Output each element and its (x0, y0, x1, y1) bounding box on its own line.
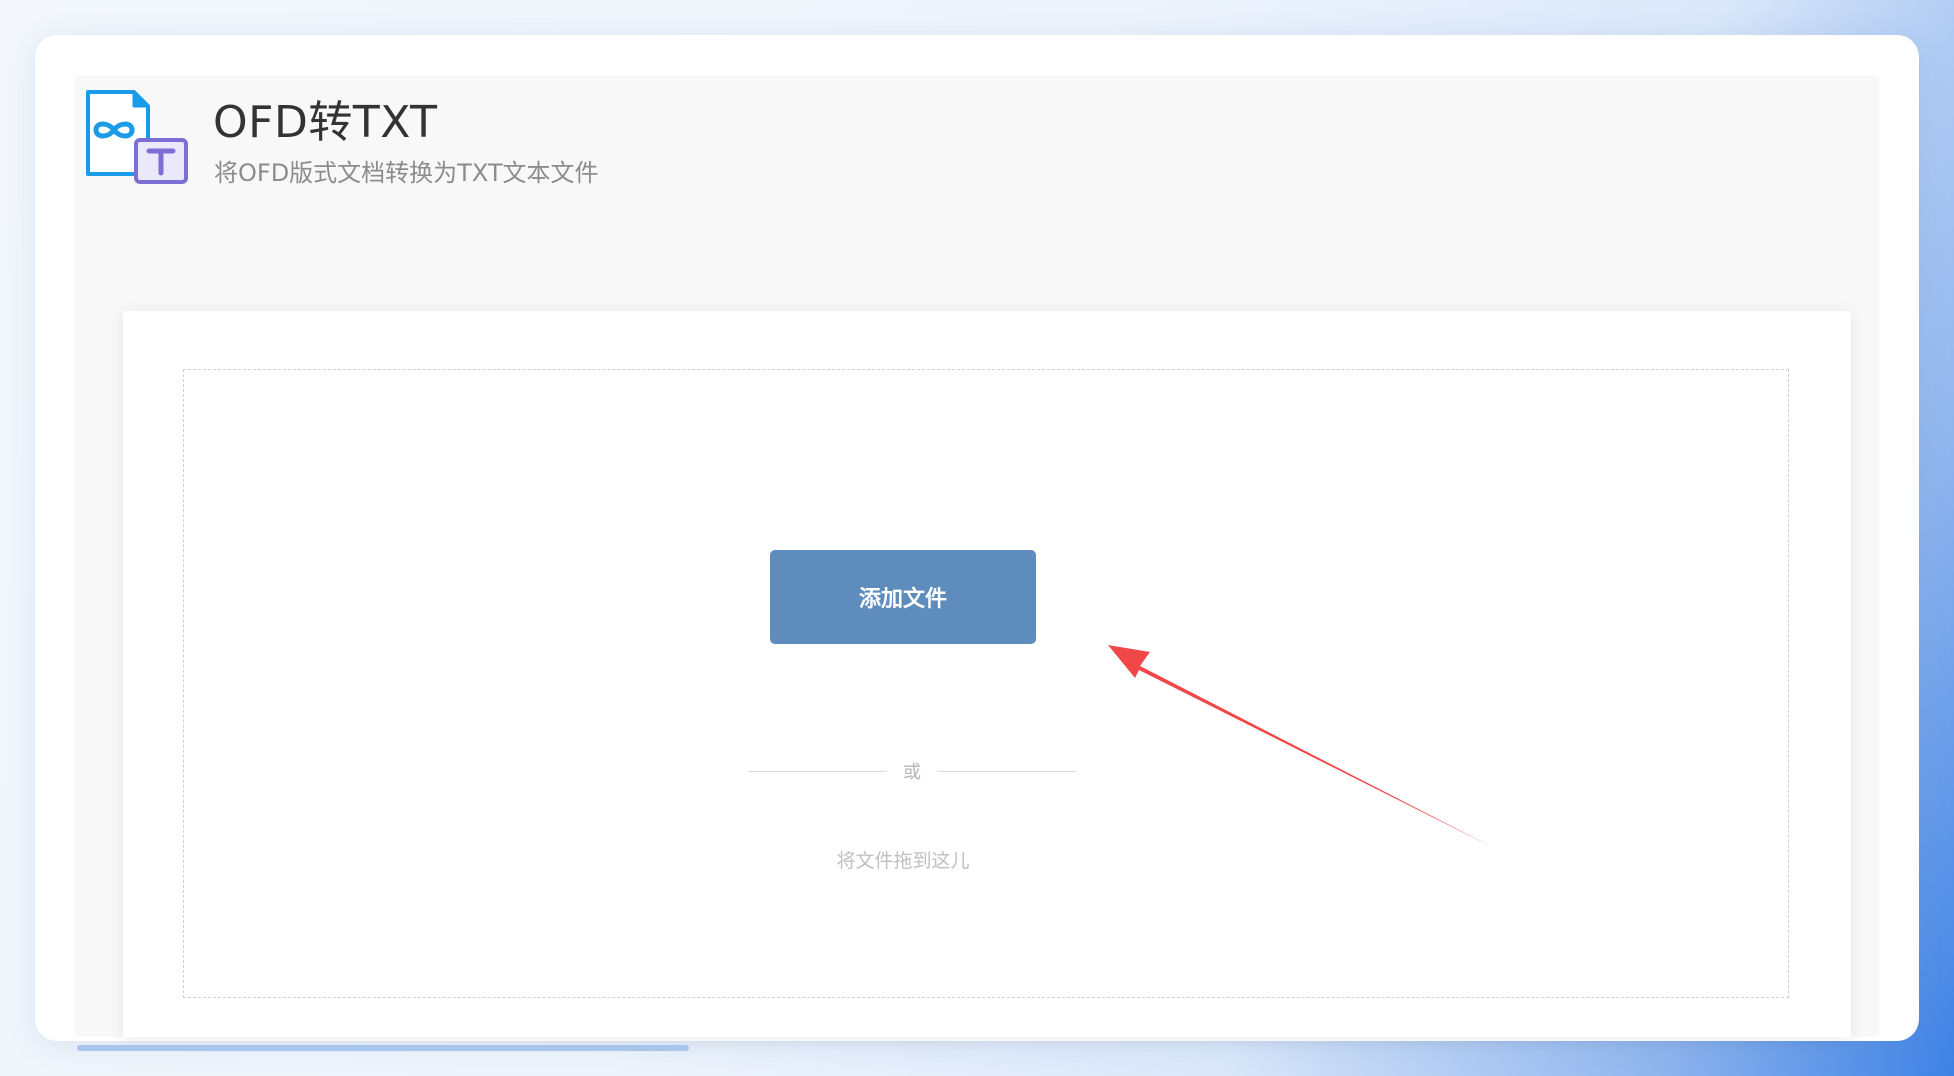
divider-right (937, 771, 1077, 772)
page-subtitle: 将OFD版式文档转换为TXT文本文件 (214, 159, 599, 187)
divider-left (749, 771, 887, 772)
scrollbar[interactable] (77, 1045, 689, 1051)
page-title: OFD转TXT (213, 97, 438, 148)
upload-card: 添加文件 或 将文件拖到这儿 (123, 311, 1851, 1037)
add-file-button[interactable]: 添加文件 (770, 550, 1036, 644)
ofd-to-txt-icon (86, 90, 188, 184)
file-dropzone[interactable]: 添加文件 或 将文件拖到这儿 (183, 369, 1789, 998)
or-label: 或 (903, 762, 921, 783)
drop-hint: 将文件拖到这儿 (836, 850, 970, 872)
